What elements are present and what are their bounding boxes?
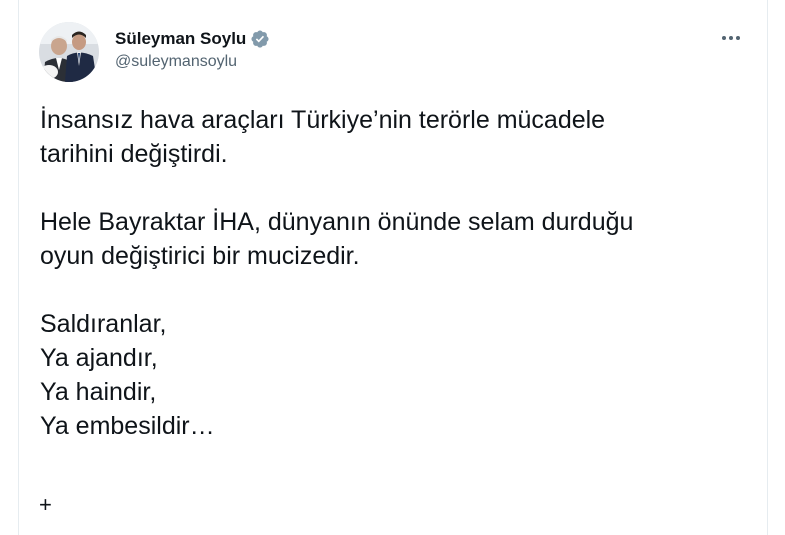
author-names: Süleyman Soylu @suleymansoylu — [115, 28, 270, 73]
display-name[interactable]: Süleyman Soylu — [115, 28, 246, 50]
tweet-paragraph: İnsansız hava araçları Türkiye’nin terör… — [40, 106, 606, 168]
plus-symbol: + — [39, 492, 52, 517]
profile-photo-image — [39, 22, 99, 82]
tweet-text: İnsansız hava araçları Türkiye’nin terör… — [40, 103, 740, 443]
tweet-paragraph: Hele Bayraktar İHA, dünyanın önünde sela… — [40, 208, 634, 270]
tweet-header: Süleyman Soylu @suleymansoylu — [39, 22, 747, 84]
avatar[interactable] — [39, 22, 99, 82]
more-options-icon[interactable] — [718, 28, 744, 48]
display-name-row: Süleyman Soylu — [115, 28, 270, 50]
tweet-paragraph: Saldıranlar, Ya ajandır, Ya haindir, Ya … — [40, 310, 215, 440]
handle[interactable]: @suleymansoylu — [115, 51, 270, 73]
verified-badge-icon — [251, 30, 269, 48]
tweet-card: Süleyman Soylu @suleymansoylu İnsansız h… — [18, 0, 768, 535]
